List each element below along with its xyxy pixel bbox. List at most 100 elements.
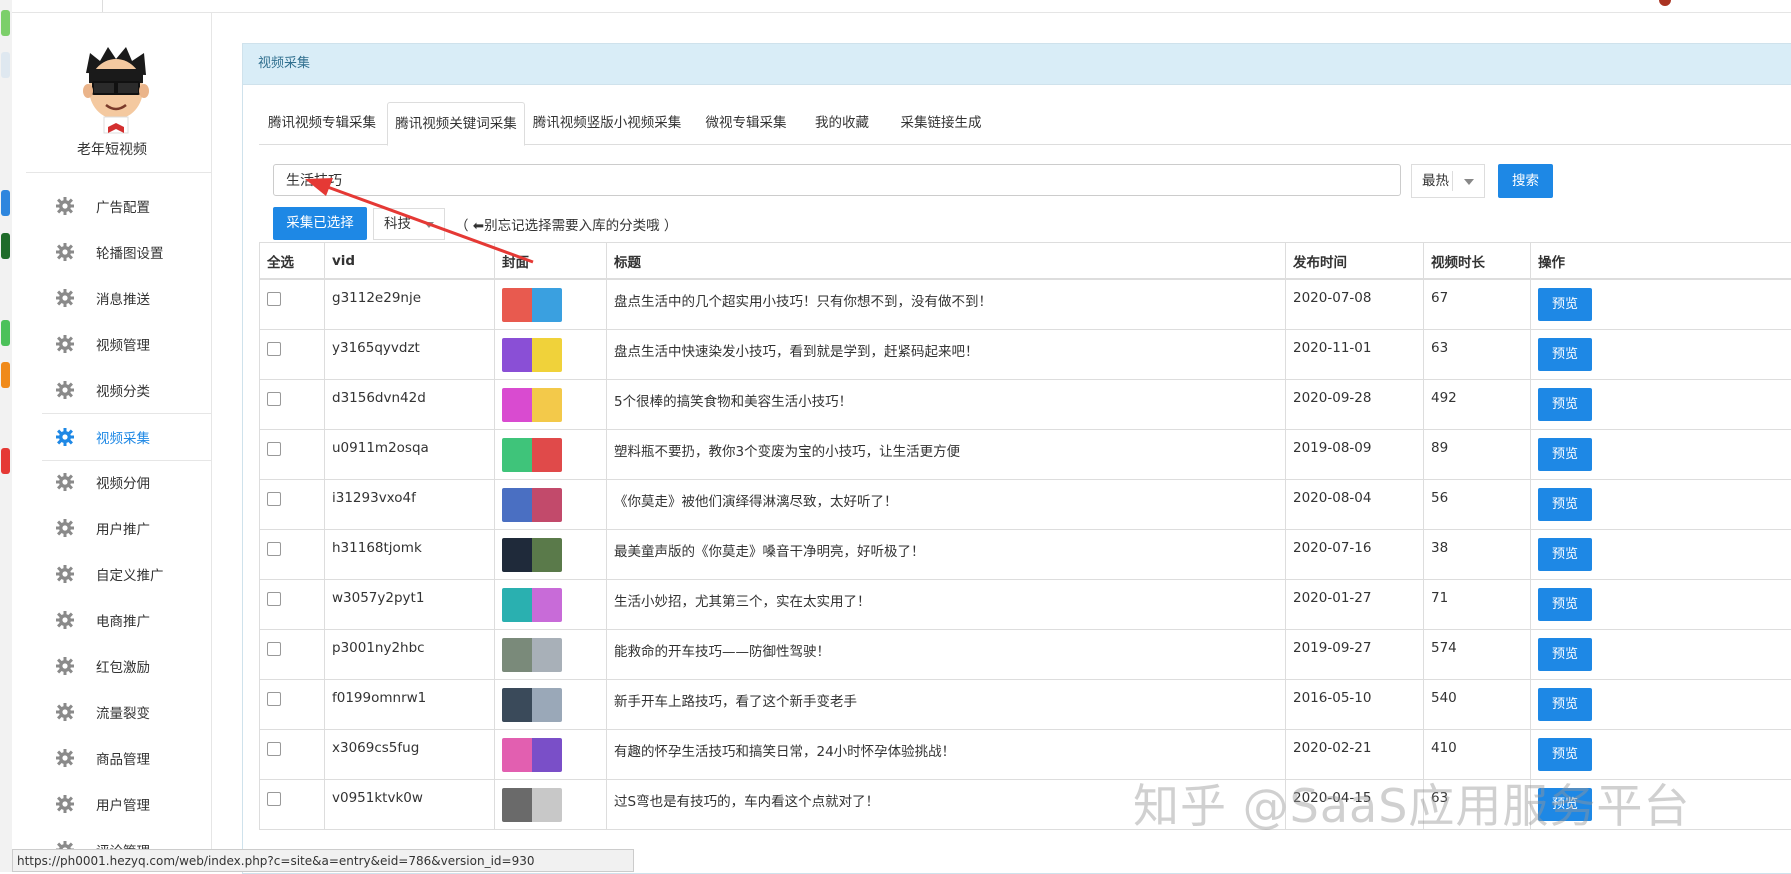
sidebar-item-label: 广告配置	[96, 196, 150, 216]
vid-cell: p3001ny2hbc	[325, 629, 495, 679]
preview-button[interactable]: 预览	[1538, 638, 1592, 671]
row-select-cell	[260, 679, 325, 729]
row-checkbox[interactable]	[267, 592, 281, 606]
sort-select[interactable]: 最热	[1411, 164, 1485, 198]
video-thumbnail[interactable]	[502, 388, 562, 422]
app-icon[interactable]	[1, 233, 10, 259]
tab[interactable]: 我的收藏	[802, 102, 882, 143]
sidebar-item[interactable]: 用户推广	[42, 505, 212, 551]
preview-button[interactable]: 预览	[1538, 438, 1592, 471]
row-checkbox[interactable]	[267, 492, 281, 506]
video-thumbnail[interactable]	[502, 738, 562, 772]
sidebar-item[interactable]: 视频采集	[42, 413, 212, 461]
duration-cell: 38	[1424, 529, 1531, 579]
row-checkbox[interactable]	[267, 742, 281, 756]
sidebar-item[interactable]: 视频分类	[42, 367, 212, 413]
gear-icon	[54, 747, 76, 769]
sidebar-item[interactable]: 视频分佣	[42, 459, 212, 505]
watermark-text: 知乎 @SaaS应用服务平台	[1133, 770, 1690, 836]
cover-cell	[495, 579, 607, 629]
preview-button[interactable]: 预览	[1538, 288, 1592, 321]
vid-cell: u0911m2osqa	[325, 429, 495, 479]
sidebar-item[interactable]: 广告配置	[42, 183, 212, 229]
gear-icon	[54, 195, 76, 217]
preview-button[interactable]: 预览	[1538, 488, 1592, 521]
table-row: p3001ny2hbc能救命的开车技巧——防御性驾驶！2019-09-27574…	[260, 629, 1791, 679]
row-checkbox[interactable]	[267, 792, 281, 806]
tab[interactable]: 微视专辑采集	[691, 102, 801, 143]
sidebar-item[interactable]: 用户管理	[42, 781, 212, 827]
video-thumbnail[interactable]	[502, 288, 562, 322]
duration-cell: 574	[1424, 629, 1531, 679]
tab[interactable]: 腾讯视频竖版小视频采集	[524, 102, 690, 143]
sidebar-item[interactable]: 轮播图设置	[42, 229, 212, 275]
sidebar-item[interactable]: 自定义推广	[42, 551, 212, 597]
vid-cell: y3165qyvdzt	[325, 329, 495, 379]
title-cell: 盘点生活中快速染发小技巧，看到就是学到，赶紧码起来吧！	[607, 329, 1286, 379]
sidebar-item[interactable]: 红包激励	[42, 643, 212, 689]
sidebar-item[interactable]: 流量裂变	[42, 689, 212, 735]
table-row: w3057y2pyt1生活小妙招，尤其第三个，实在太实用了！2020-01-27…	[260, 579, 1791, 629]
search-button[interactable]: 搜索	[1498, 164, 1553, 198]
duration-cell: 67	[1424, 279, 1531, 329]
video-thumbnail[interactable]	[502, 438, 562, 472]
sidebar-item-label: 红包激励	[96, 656, 150, 676]
title-cell: 5个很棒的搞笑食物和美容生活小技巧！	[607, 379, 1286, 429]
date-cell: 2016-05-10	[1286, 679, 1424, 729]
date-cell: 2020-09-28	[1286, 379, 1424, 429]
select-all-header[interactable]: 全选	[260, 243, 325, 280]
row-checkbox[interactable]	[267, 642, 281, 656]
app-icon[interactable]	[1, 320, 10, 346]
sidebar-item[interactable]: 消息推送	[42, 275, 212, 321]
video-thumbnail[interactable]	[502, 488, 562, 522]
row-checkbox[interactable]	[267, 292, 281, 306]
collect-selected-button[interactable]: 采集已选择	[273, 207, 367, 240]
row-checkbox[interactable]	[267, 692, 281, 706]
app-icon[interactable]	[1, 448, 10, 474]
tab-bar: 腾讯视频专辑采集腾讯视频关键词采集腾讯视频竖版小视频采集微视专辑采集我的收藏采集…	[259, 102, 1791, 145]
preview-button[interactable]: 预览	[1538, 688, 1592, 721]
video-thumbnail[interactable]	[502, 788, 562, 822]
app-icon[interactable]	[1, 362, 10, 388]
sidebar-item-label: 电商推广	[96, 610, 150, 630]
video-thumbnail[interactable]	[502, 688, 562, 722]
user-icon[interactable]	[1659, 0, 1671, 6]
cartoon-avatar-logo	[76, 43, 156, 139]
preview-button[interactable]: 预览	[1538, 738, 1592, 771]
cover-cell	[495, 679, 607, 729]
gear-icon	[54, 241, 76, 263]
app-icon[interactable]	[1, 10, 10, 36]
tab[interactable]: 腾讯视频关键词采集	[387, 102, 525, 146]
duration-cell: 540	[1424, 679, 1531, 729]
gear-icon	[54, 287, 76, 309]
sidebar-item[interactable]: 电商推广	[42, 597, 212, 643]
video-thumbnail[interactable]	[502, 638, 562, 672]
category-select[interactable]: 科技	[373, 208, 445, 240]
tab[interactable]: 腾讯视频专辑采集	[259, 102, 385, 143]
table-row: y3165qyvdzt盘点生活中快速染发小技巧，看到就是学到，赶紧码起来吧！20…	[260, 329, 1791, 379]
row-checkbox[interactable]	[267, 542, 281, 556]
preview-button[interactable]: 预览	[1538, 588, 1592, 621]
title-cell: 最美童声版的《你莫走》嗓音干净明亮，好听极了！	[607, 529, 1286, 579]
preview-button[interactable]: 预览	[1538, 338, 1592, 371]
title-cell: 新手开车上路技巧，看了这个新手变老手	[607, 679, 1286, 729]
keyword-search-input[interactable]	[273, 164, 1401, 196]
vid-cell: d3156dvn42d	[325, 379, 495, 429]
gear-icon	[54, 655, 76, 677]
sidebar-item[interactable]: 视频管理	[42, 321, 212, 367]
row-checkbox[interactable]	[267, 342, 281, 356]
video-thumbnail[interactable]	[502, 338, 562, 372]
app-icon[interactable]	[1, 190, 10, 216]
app-icon[interactable]	[1, 52, 10, 78]
sidebar-item[interactable]: 商品管理	[42, 735, 212, 781]
sidebar-item-label: 视频管理	[96, 334, 150, 354]
action-cell: 预览	[1531, 279, 1791, 329]
tab[interactable]: 采集链接生成	[886, 102, 996, 143]
row-checkbox[interactable]	[267, 392, 281, 406]
row-checkbox[interactable]	[267, 442, 281, 456]
preview-button[interactable]: 预览	[1538, 538, 1592, 571]
preview-button[interactable]: 预览	[1538, 388, 1592, 421]
gear-icon	[54, 517, 76, 539]
video-thumbnail[interactable]	[502, 538, 562, 572]
video-thumbnail[interactable]	[502, 588, 562, 622]
